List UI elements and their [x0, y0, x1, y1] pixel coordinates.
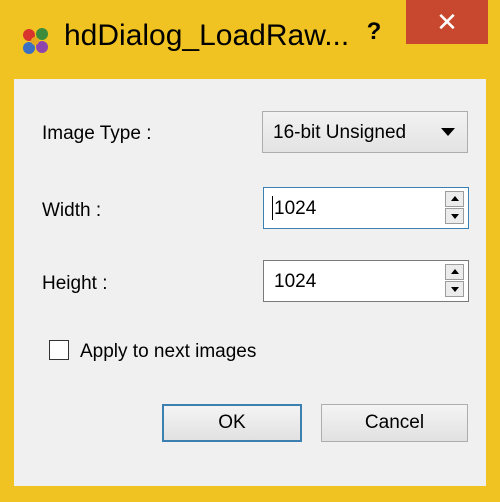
title-bar[interactable]: hdDialog_LoadRaw... ? ✕: [0, 0, 500, 78]
spin-down-icon[interactable]: [445, 281, 464, 297]
text-cursor: [272, 196, 273, 220]
width-value: 1024: [274, 198, 317, 219]
ok-button[interactable]: OK: [162, 404, 302, 442]
spin-up-icon[interactable]: [445, 191, 464, 207]
close-button[interactable]: ✕: [406, 0, 488, 44]
window-title: hdDialog_LoadRaw...: [64, 19, 350, 52]
image-type-value: 16-bit Unsigned: [273, 122, 407, 143]
height-label: Height :: [42, 273, 108, 294]
image-type-select[interactable]: 16-bit Unsigned: [262, 111, 468, 153]
cancel-button[interactable]: Cancel: [321, 404, 468, 442]
apply-next-label[interactable]: Apply to next images: [80, 341, 256, 363]
dialog-window: hdDialog_LoadRaw... ? ✕ Image Type : 16-…: [0, 0, 500, 502]
apply-next-checkbox[interactable]: [49, 340, 69, 360]
width-label: Width :: [42, 200, 102, 221]
spin-up-icon[interactable]: [445, 264, 464, 280]
spin-down-icon[interactable]: [445, 208, 464, 224]
height-spinbox[interactable]: 1024: [263, 260, 469, 302]
height-spin-arrows: [445, 264, 464, 298]
app-logo-icon: [23, 28, 48, 54]
dialog-body: Image Type : 16-bit Unsigned Width : 102…: [14, 79, 486, 486]
width-spinbox[interactable]: 1024: [263, 187, 469, 229]
help-button[interactable]: ?: [348, 14, 400, 58]
height-value: 1024: [274, 271, 317, 292]
chevron-down-icon: [441, 128, 455, 136]
width-spin-arrows: [445, 191, 464, 225]
image-type-label: Image Type :: [42, 123, 152, 144]
